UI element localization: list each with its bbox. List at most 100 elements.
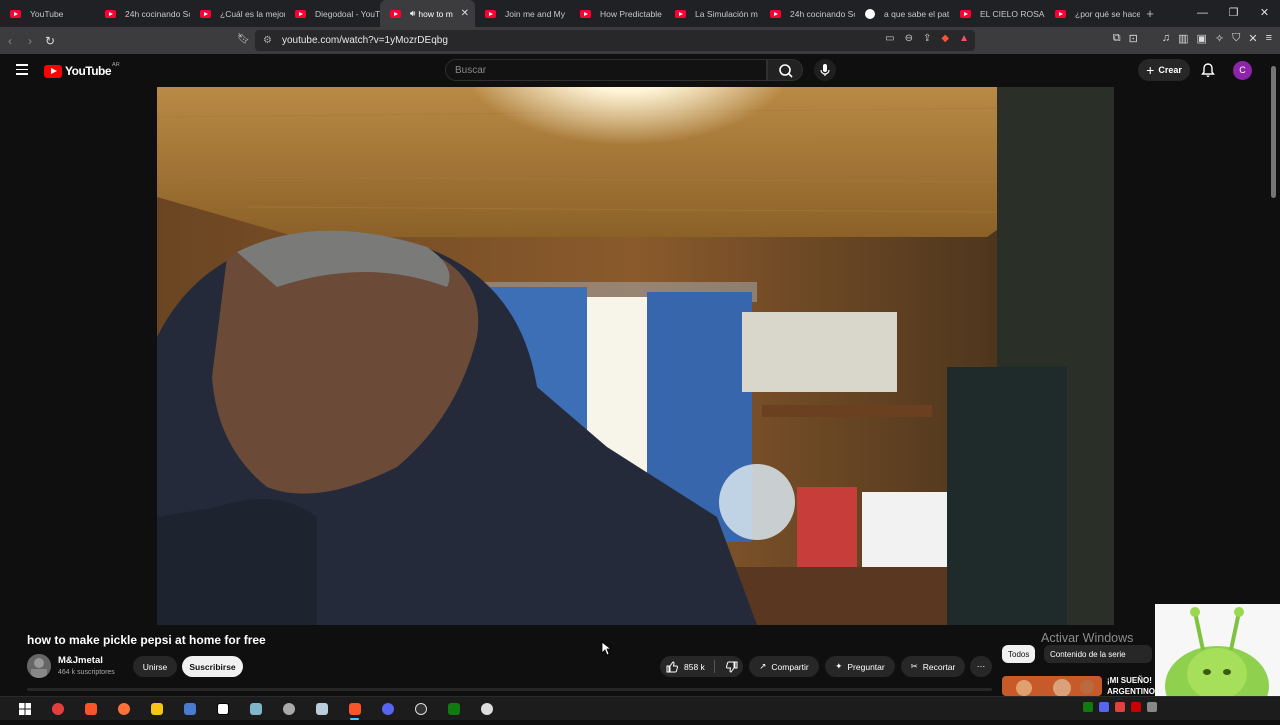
google-icon: [865, 8, 875, 19]
extension-icon[interactable]: ⧉: [1113, 32, 1121, 45]
mouse-cursor-icon: [601, 641, 611, 656]
xbox-icon[interactable]: [437, 700, 470, 718]
brave-icon[interactable]: [74, 700, 107, 718]
share-button[interactable]: ↗ Compartir: [749, 656, 819, 677]
browser-tab[interactable]: YouTube: [0, 0, 95, 27]
clip-button[interactable]: ✂ Recortar: [901, 656, 965, 677]
brave-active-icon[interactable]: [338, 700, 371, 720]
channel-name[interactable]: M&Jmetal: [58, 655, 103, 666]
restore-icon[interactable]: ❐: [1218, 0, 1249, 27]
sidebar-icon[interactable]: ▥: [1178, 32, 1188, 45]
chip-series-content[interactable]: Contenido de la serie: [1044, 645, 1152, 663]
start-icon[interactable]: [8, 700, 41, 718]
tray-discord-icon[interactable]: [1099, 702, 1109, 712]
brave-shield-icon[interactable]: ◆: [941, 33, 949, 44]
tab-label: Join me and My: [505, 8, 565, 19]
firefox-icon[interactable]: [107, 700, 140, 718]
app-icon-9[interactable]: [272, 700, 305, 718]
create-button[interactable]: + Crear: [1138, 59, 1190, 81]
account-avatar[interactable]: C: [1233, 61, 1252, 80]
rewards-icon[interactable]: ▲: [959, 33, 969, 44]
voice-search-button[interactable]: [814, 59, 836, 81]
browser-tab[interactable]: Diegodoal - YouT: [285, 0, 380, 27]
back-icon[interactable]: ‹: [0, 34, 20, 48]
site-info-icon[interactable]: ⚙︎: [263, 35, 272, 46]
menu-icon[interactable]: ≡: [1266, 32, 1272, 45]
page-scrollbar[interactable]: [1271, 66, 1276, 198]
subscribe-button[interactable]: Suscribirse: [182, 656, 243, 677]
browser-tab[interactable]: 24h cocinando Sc: [760, 0, 855, 27]
obs-icon[interactable]: [404, 700, 437, 718]
channel-avatar[interactable]: [27, 654, 51, 678]
wallet-icon[interactable]: ▣: [1196, 32, 1206, 45]
video-title: how to make pickle pepsi at home for fre…: [27, 633, 266, 647]
description-box[interactable]: [27, 688, 992, 691]
cast-icon[interactable]: ▭: [885, 33, 894, 44]
chip-all[interactable]: Todos: [1002, 645, 1036, 663]
recommended-thumbnail[interactable]: [1002, 676, 1102, 696]
translate-icon[interactable]: ⊡: [1129, 32, 1138, 45]
browser-tab[interactable]: a que sabe el pat: [855, 0, 950, 27]
video-player[interactable]: [157, 87, 1114, 625]
audio-playing-icon[interactable]: 🔊︎: [410, 8, 415, 19]
forward-icon[interactable]: ›: [20, 34, 40, 48]
tab-label: ¿por qué se hace: [1075, 8, 1140, 19]
tools-icon[interactable]: ✕: [1248, 32, 1257, 45]
share-page-icon[interactable]: ⇪: [923, 33, 931, 44]
discord-icon[interactable]: [371, 700, 404, 718]
recommended-title[interactable]: ¡MI SUEÑO! ARGENTINO: [1107, 675, 1155, 697]
search-input[interactable]: Buscar: [445, 59, 767, 81]
notifications-button[interactable]: [1200, 62, 1216, 83]
plus-icon: +: [1146, 62, 1155, 78]
address-bar[interactable]: ⚙︎ youtube.com/watch?v=1yMozrDEqbg ▭ ⊖ ⇪…: [255, 30, 975, 51]
new-tab-button[interactable]: +: [1140, 6, 1160, 21]
vpn-icon[interactable]: ⛉: [1232, 32, 1240, 45]
tab-label: La Simulación m: [695, 8, 758, 19]
youtube-icon: [485, 9, 496, 18]
browser-tab[interactable]: La Simulación m: [665, 0, 760, 27]
browser-tab[interactable]: EL CIELO ROSADO: [950, 0, 1045, 27]
like-button[interactable]: 858 k: [660, 656, 743, 677]
ask-button[interactable]: ✦ Preguntar: [825, 656, 895, 677]
system-tray: [1083, 702, 1157, 712]
tray-app-icon[interactable]: [1147, 702, 1157, 712]
tab-label: how to m: [418, 8, 453, 19]
notion-icon[interactable]: [206, 700, 239, 718]
hamburger-menu-icon[interactable]: [16, 64, 28, 78]
thumbs-down-icon[interactable]: [720, 660, 742, 674]
opera-icon[interactable]: [41, 700, 74, 718]
tab-label: Diegodoal - YouT: [315, 8, 380, 19]
more-actions-button[interactable]: ⋯: [970, 656, 992, 677]
youtube-logo[interactable]: YouTube AR: [44, 62, 120, 78]
tray-opera-icon[interactable]: [1115, 702, 1125, 712]
app-icon-8[interactable]: [239, 700, 272, 718]
mouse-app-icon[interactable]: [470, 700, 503, 718]
close-window-icon[interactable]: ✕: [1249, 0, 1280, 27]
close-tab-icon[interactable]: ✕: [461, 8, 469, 19]
browser-tab[interactable]: 🔊︎ how to m ✕: [380, 0, 475, 27]
browser-tab[interactable]: Join me and My: [475, 0, 570, 27]
bookmark-icon[interactable]: 🔖︎: [237, 34, 250, 45]
browser-tab[interactable]: ¿Cuál es la mejor: [190, 0, 285, 27]
tab-label: 24h cocinando Sc: [125, 8, 190, 19]
tray-xbox-icon[interactable]: [1083, 702, 1093, 712]
tab-label: EL CIELO ROSADO: [980, 8, 1045, 19]
youtube-icon: [200, 9, 211, 18]
join-button[interactable]: Unirse: [133, 656, 177, 677]
browser-tab[interactable]: How Predictable: [570, 0, 665, 27]
leo-icon[interactable]: ✧: [1215, 32, 1224, 45]
search-button[interactable]: [767, 59, 803, 81]
browser-tab[interactable]: ¿por qué se hace: [1045, 0, 1140, 27]
minimize-icon[interactable]: —: [1187, 0, 1218, 27]
music-icon[interactable]: ♫: [1162, 32, 1170, 45]
tray-record-icon[interactable]: [1131, 702, 1141, 712]
app-icon-10[interactable]: [305, 700, 338, 718]
reload-icon[interactable]: ↻: [40, 34, 60, 48]
like-divider: [713, 660, 715, 673]
calculator-icon[interactable]: [173, 700, 206, 718]
zoom-icon[interactable]: ⊖: [905, 33, 913, 44]
file-explorer-icon[interactable]: [140, 700, 173, 718]
search-icon: [779, 64, 793, 78]
browser-tab[interactable]: 24h cocinando Sc: [95, 0, 190, 27]
scissors-icon: ✂: [910, 661, 918, 671]
